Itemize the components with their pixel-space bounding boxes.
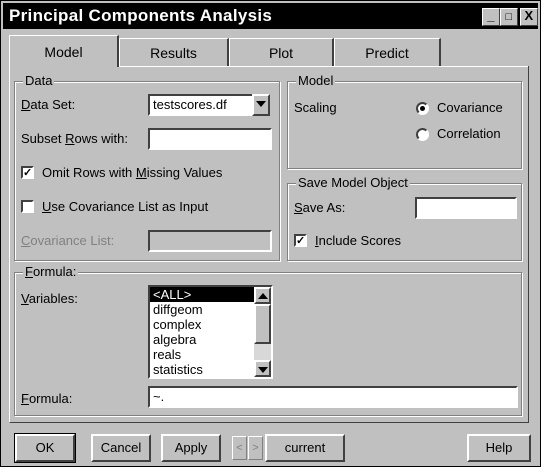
data-group-title: Data xyxy=(23,73,55,89)
close-icon: X xyxy=(524,8,534,23)
list-item[interactable]: diffgeom xyxy=(150,302,271,317)
tab-plot[interactable]: Plot xyxy=(229,38,334,66)
tab-predict[interactable]: Predict xyxy=(334,38,441,66)
list-item[interactable]: reals xyxy=(150,347,271,362)
scroll-up-button[interactable] xyxy=(254,287,271,304)
pca-dialog: Principal Components Analysis _ □ X Mode… xyxy=(0,0,541,467)
save-model-group: Save Model Object Save As: ✓ Include Sco… xyxy=(287,175,522,261)
tab-model[interactable]: Model xyxy=(9,35,119,67)
help-label: Help xyxy=(485,440,513,455)
data-group: Data Data Set: testscores.df Subset Rows… xyxy=(14,73,280,261)
omit-missing-label[interactable]: Omit Rows with Missing Values xyxy=(42,165,222,181)
chevron-up-icon xyxy=(257,293,268,299)
include-scores-checkbox[interactable]: ✓ xyxy=(294,234,307,247)
chevron-down-icon xyxy=(256,101,266,107)
minimize-button[interactable]: _ xyxy=(482,8,500,26)
correlation-label[interactable]: Correlation xyxy=(437,126,501,142)
include-scores-label[interactable]: Include Scores xyxy=(315,233,401,249)
chevron-left-icon: < xyxy=(236,442,243,454)
subset-rows-input[interactable] xyxy=(148,128,272,150)
save-as-label: Save As: xyxy=(294,200,346,215)
scaling-label: Scaling xyxy=(294,100,337,115)
cov-list-label: Covariance List: xyxy=(21,233,115,248)
list-item[interactable]: algebra xyxy=(150,332,271,347)
help-button[interactable]: Help xyxy=(467,434,531,462)
window-title: Principal Components Analysis xyxy=(9,6,273,25)
tab-results[interactable]: Results xyxy=(119,38,229,66)
minimize-icon: _ xyxy=(487,8,495,23)
model-group: Model Scaling Covariance Correlation xyxy=(287,73,522,169)
tab-label: Predict xyxy=(365,45,409,61)
apply-label: Apply xyxy=(174,440,208,455)
covariance-radio[interactable] xyxy=(416,102,429,115)
formula-input[interactable]: ~. xyxy=(148,386,518,408)
omit-missing-checkbox[interactable]: ✓ xyxy=(21,166,34,179)
use-cov-list-label[interactable]: Use Covariance List as Input xyxy=(42,199,208,215)
list-item[interactable]: complex xyxy=(150,317,271,332)
cancel-label: Cancel xyxy=(100,440,142,455)
data-set-dropdown-button[interactable] xyxy=(252,94,270,116)
scroll-thumb[interactable] xyxy=(254,304,271,344)
title-bar[interactable]: Principal Components Analysis _ □ X xyxy=(3,3,538,29)
formula-group-title: Formula: xyxy=(23,264,79,280)
ok-button[interactable]: OK xyxy=(14,433,76,463)
checkmark-icon: ✓ xyxy=(23,167,33,179)
save-model-group-title: Save Model Object xyxy=(296,175,410,191)
formula-value: ~. xyxy=(153,389,165,404)
ok-label: OK xyxy=(35,440,55,455)
maximize-icon: □ xyxy=(505,11,513,23)
save-as-input[interactable] xyxy=(415,197,517,219)
data-set-label: Data Set: xyxy=(21,97,76,112)
cov-list-input xyxy=(148,230,272,252)
data-set-value: testscores.df xyxy=(153,97,227,112)
chevron-down-icon xyxy=(257,367,268,373)
variables-label: Variables: xyxy=(21,291,78,306)
cancel-button[interactable]: Cancel xyxy=(91,434,151,462)
scroll-down-button[interactable] xyxy=(254,360,271,377)
tab-panel-model: Data Data Set: testscores.df Subset Rows… xyxy=(9,66,529,423)
current-button[interactable]: current xyxy=(265,434,345,462)
use-cov-list-checkbox[interactable] xyxy=(21,200,34,213)
chevron-right-icon: > xyxy=(252,442,259,454)
list-item[interactable]: statistics xyxy=(150,362,271,377)
radio-dot-icon xyxy=(420,106,425,111)
correlation-radio[interactable] xyxy=(416,128,429,141)
current-label: current xyxy=(284,440,326,455)
list-item[interactable]: <ALL> xyxy=(150,287,271,302)
next-button: > xyxy=(248,436,263,460)
apply-button[interactable]: Apply xyxy=(161,434,221,462)
tab-label: Results xyxy=(150,45,197,61)
model-group-title: Model xyxy=(296,73,336,89)
close-button[interactable]: X xyxy=(520,8,538,26)
maximize-button[interactable]: □ xyxy=(500,8,518,26)
formula-label: Formula: xyxy=(21,391,73,406)
tab-label: Plot xyxy=(268,45,294,61)
checkmark-icon: ✓ xyxy=(296,235,306,247)
variables-scrollbar[interactable] xyxy=(254,287,271,377)
tab-label: Model xyxy=(44,44,83,60)
subset-label: Subset Rows with: xyxy=(21,131,128,146)
variables-listbox[interactable]: <ALL> diffgeom complex algebra reals sta… xyxy=(148,285,273,379)
data-set-combo[interactable]: testscores.df xyxy=(148,94,256,116)
tab-strip: Model Results Plot Predict xyxy=(9,35,529,67)
covariance-label[interactable]: Covariance xyxy=(437,100,503,116)
previous-button: < xyxy=(232,436,247,460)
